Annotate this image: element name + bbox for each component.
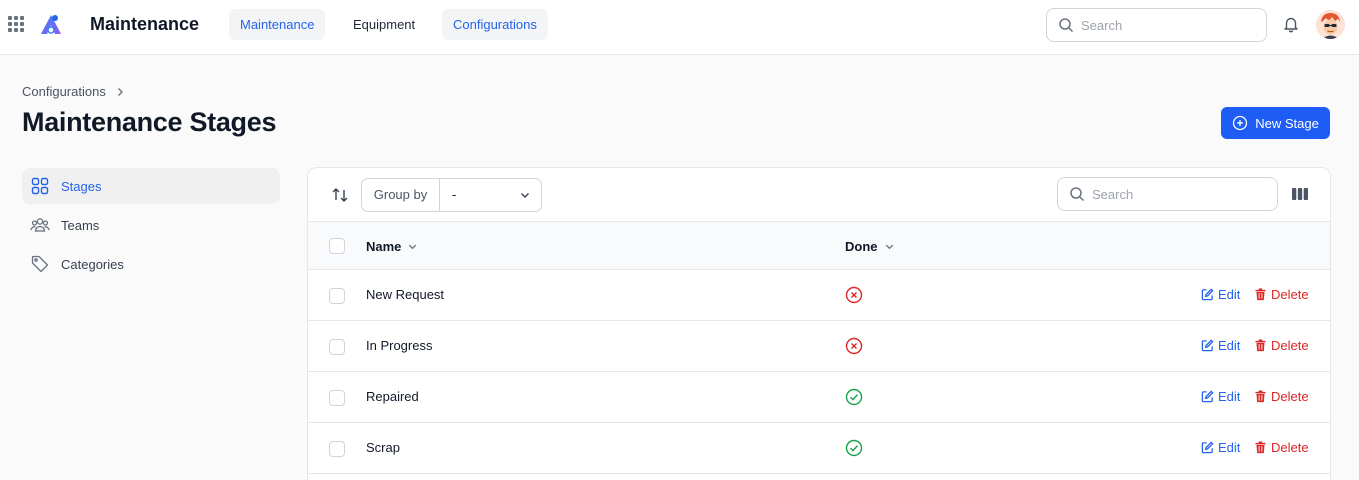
- apps-grid-icon[interactable]: [8, 16, 24, 32]
- delete-button[interactable]: Delete: [1254, 440, 1309, 455]
- app-logo-icon[interactable]: [38, 12, 64, 38]
- chevron-down-icon: [521, 193, 529, 198]
- stages-panel: Group by - Name Done New Request: [307, 167, 1331, 480]
- edit-button[interactable]: Edit: [1201, 287, 1240, 302]
- table-row: Scrap Edit Delete: [308, 423, 1330, 474]
- check-circle-icon: [845, 439, 863, 457]
- stage-name: In Progress: [366, 338, 433, 353]
- edit-icon: [1201, 288, 1214, 301]
- delete-button[interactable]: Delete: [1254, 389, 1309, 404]
- group-by-value: -: [452, 187, 457, 202]
- stage-name: New Request: [366, 287, 445, 302]
- columns-icon[interactable]: [1291, 186, 1309, 202]
- group-by-select[interactable]: Group by -: [361, 178, 542, 212]
- page-title: Maintenance Stages: [22, 107, 277, 137]
- plus-circle-icon: [1233, 115, 1248, 131]
- user-avatar[interactable]: [1316, 10, 1345, 39]
- sidebar-item-label: Stages: [61, 178, 102, 194]
- new-stage-label: New Stage: [1255, 115, 1319, 131]
- stage-name: Scrap: [366, 440, 400, 455]
- app-title: Maintenance: [90, 14, 200, 34]
- chevron-down-icon: [409, 244, 417, 250]
- tab-equipment[interactable]: Equipment: [342, 9, 426, 40]
- chevron-right-icon: [117, 87, 123, 96]
- check-circle-icon: [845, 388, 863, 406]
- delete-button[interactable]: Delete: [1254, 287, 1309, 302]
- sort-icon[interactable]: [330, 185, 350, 205]
- trash-icon: [1255, 390, 1266, 403]
- table-row: New Request Edit Delete: [308, 270, 1330, 321]
- row-checkbox[interactable]: [329, 390, 345, 406]
- search-icon: [1059, 18, 1074, 33]
- edit-button[interactable]: Edit: [1201, 389, 1240, 404]
- table-row: In Progress Edit Delete: [308, 321, 1330, 372]
- tab-maintenance[interactable]: Maintenance: [229, 9, 326, 40]
- table-header: Name Done: [308, 221, 1330, 270]
- sidebar-item-teams[interactable]: Teams: [22, 207, 280, 243]
- edit-icon: [1201, 390, 1214, 403]
- row-checkbox[interactable]: [329, 441, 345, 457]
- table-search-input[interactable]: [1092, 178, 1272, 210]
- sidebar-item-stages[interactable]: Stages: [22, 168, 280, 204]
- sidebar-item-categories[interactable]: Categories: [22, 246, 280, 282]
- avatar-face-icon: [1316, 10, 1345, 39]
- breadcrumb: Configurations: [22, 84, 126, 99]
- delete-button[interactable]: Delete: [1254, 338, 1309, 353]
- edit-button[interactable]: Edit: [1201, 338, 1240, 353]
- column-header-done[interactable]: Done: [845, 239, 895, 254]
- edit-button[interactable]: Edit: [1201, 440, 1240, 455]
- trash-icon: [1255, 441, 1266, 454]
- row-checkbox[interactable]: [329, 288, 345, 304]
- users-icon: [30, 218, 50, 232]
- edit-icon: [1201, 441, 1214, 454]
- search-icon: [1070, 187, 1085, 202]
- stage-name: Repaired: [366, 389, 419, 404]
- group-by-label: Group by: [362, 179, 440, 211]
- tag-icon: [31, 255, 49, 273]
- tab-configurations[interactable]: Configurations: [442, 9, 548, 40]
- bell-icon[interactable]: [1282, 15, 1300, 33]
- trash-icon: [1255, 339, 1266, 352]
- chevron-down-icon: [885, 244, 893, 250]
- x-circle-icon: [845, 337, 863, 355]
- sidebar-item-label: Categories: [61, 256, 124, 272]
- table-row: Repaired Edit Delete: [308, 372, 1330, 423]
- sidebar-item-label: Teams: [61, 217, 100, 233]
- grid-icon: [31, 177, 49, 195]
- breadcrumb-configurations[interactable]: Configurations: [22, 84, 106, 99]
- top-search-box: [1046, 8, 1267, 42]
- top-bar: Maintenance Maintenance Equipment Config…: [0, 0, 1359, 55]
- x-circle-icon: [845, 286, 863, 304]
- column-header-name[interactable]: Name: [366, 239, 418, 254]
- table-search-box: [1057, 177, 1278, 211]
- row-checkbox[interactable]: [329, 339, 345, 355]
- edit-icon: [1201, 339, 1214, 352]
- select-all-checkbox[interactable]: [329, 238, 345, 254]
- top-search-input[interactable]: [1081, 9, 1261, 41]
- trash-icon: [1255, 288, 1266, 301]
- new-stage-button[interactable]: New Stage: [1221, 107, 1330, 139]
